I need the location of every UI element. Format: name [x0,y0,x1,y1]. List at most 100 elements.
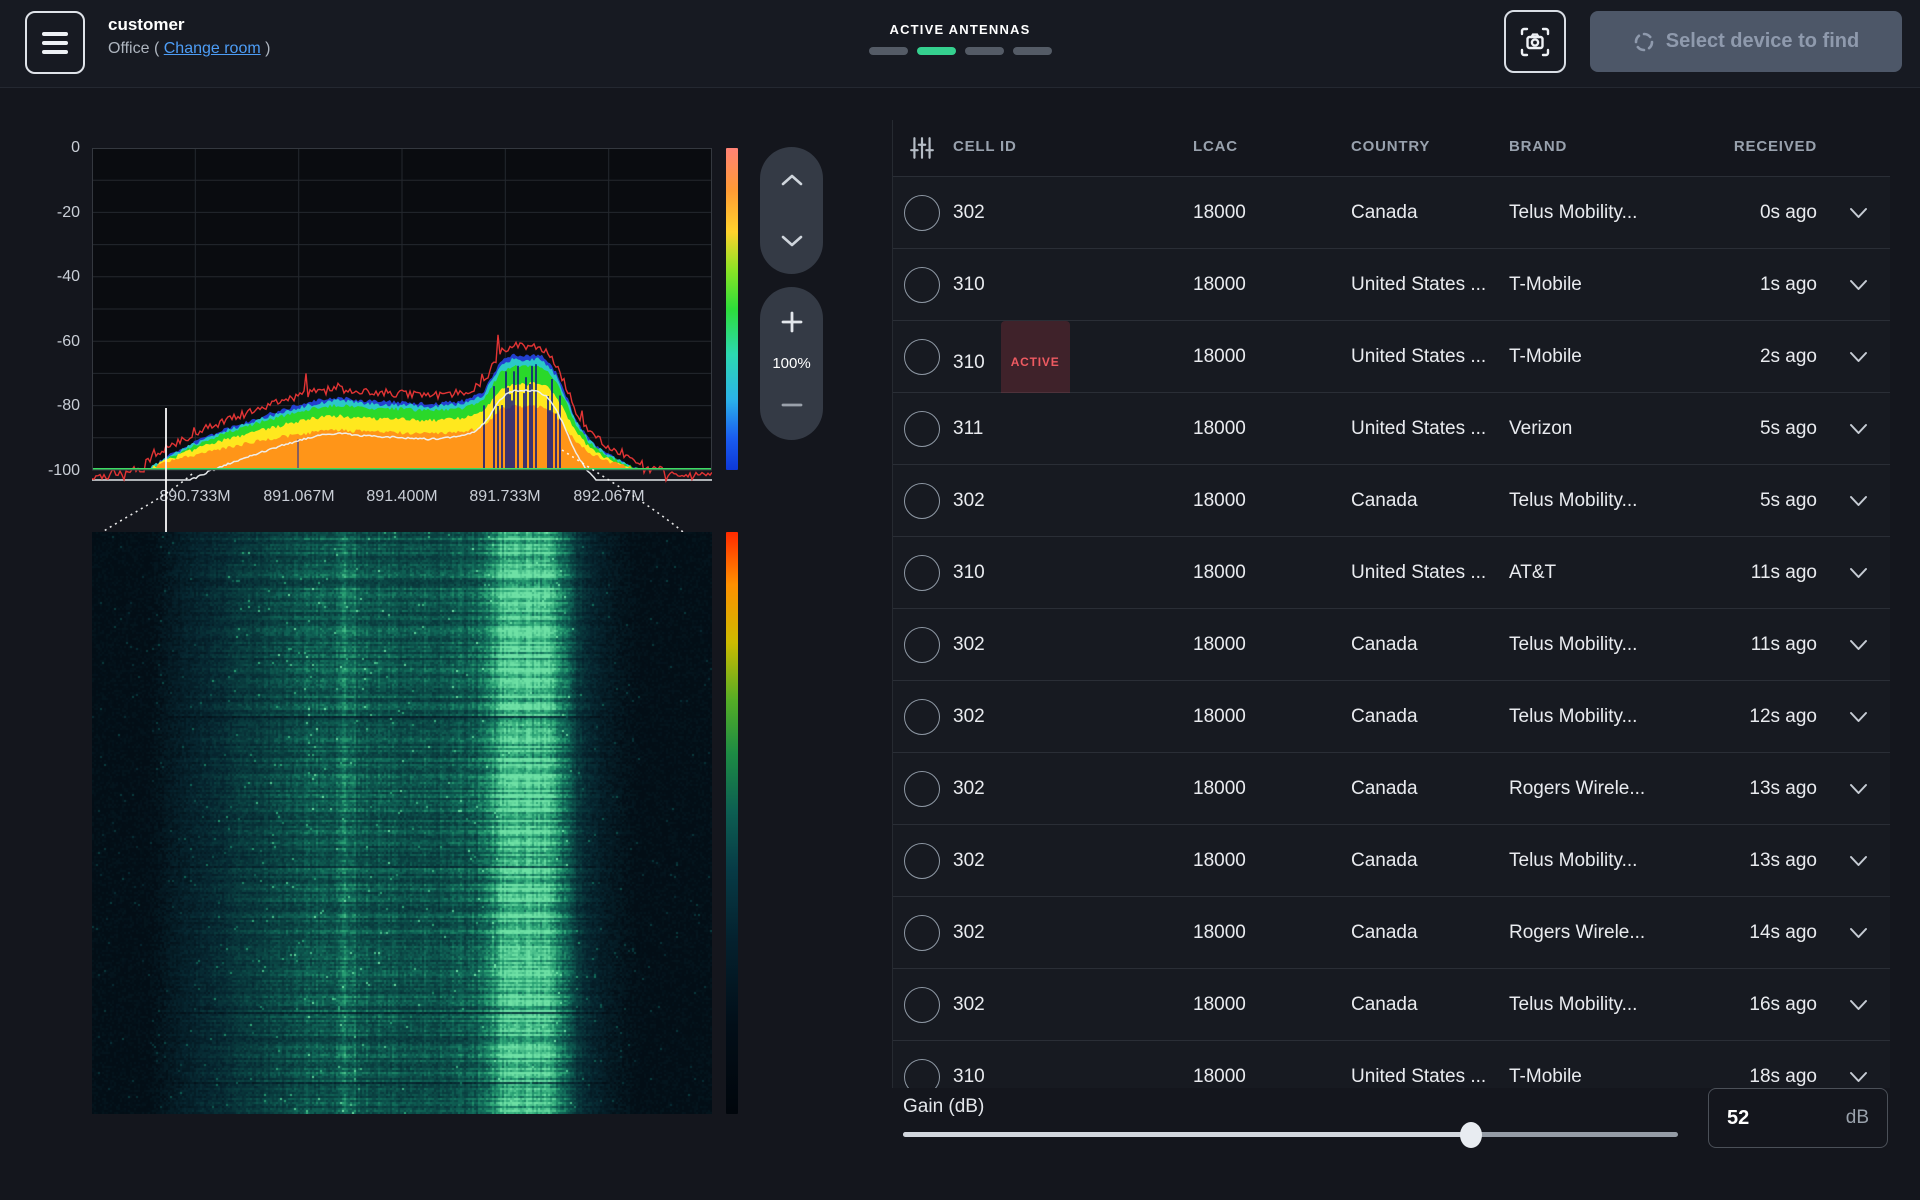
waterfall-plot[interactable] [92,532,712,1114]
received-value: 5s ago [1760,465,1817,537]
lcac-value: 18000 [1193,897,1246,969]
page-title: customer [108,15,270,35]
active-antennas-label: ACTIVE ANTENNAS [820,22,1100,37]
room-name: Office [108,40,150,57]
gain-value[interactable]: 52 [1727,1107,1749,1130]
received-value: 16s ago [1749,969,1817,1041]
brand-value: Telus Mobility... [1509,177,1637,249]
table-row[interactable]: 31018000United States ...T-Mobile1s ago [893,249,1890,321]
table-row[interactable]: 30218000CanadaTelus Mobility...5s ago [893,465,1890,537]
row-radio-button[interactable] [904,267,940,303]
row-expand-chevron-icon[interactable] [1849,927,1868,939]
menu-button[interactable] [25,11,85,74]
row-radio-button[interactable] [904,483,940,519]
lcac-value: 18000 [1193,321,1246,393]
row-expand-chevron-icon[interactable] [1849,783,1868,795]
row-expand-chevron-icon[interactable] [1849,855,1868,867]
col-header-cell-id[interactable]: CELL ID [953,138,1017,155]
brand-value: T-Mobile [1509,321,1582,393]
filter-sliders-icon[interactable] [909,135,935,161]
table-row[interactable]: 30218000CanadaTelus Mobility...16s ago [893,969,1890,1041]
col-header-lcac[interactable]: LCAC [1193,138,1238,155]
pan-up-button[interactable] [760,155,823,205]
antenna-bar-3-inactive [965,47,1004,55]
row-expand-chevron-icon[interactable] [1849,999,1868,1011]
change-room-link[interactable]: Change room [164,40,261,57]
zoom-controls: 100% [760,287,823,440]
brand-value: Telus Mobility... [1509,825,1637,897]
row-expand-chevron-icon[interactable] [1849,495,1868,507]
chevron-up-icon [780,173,804,187]
table-row[interactable]: 31018000United States ...AT&T11s ago [893,537,1890,609]
table-row[interactable]: 30218000CanadaRogers Wirele...14s ago [893,897,1890,969]
gain-slider[interactable] [903,1132,1678,1137]
scan-camera-button[interactable] [1504,10,1566,73]
row-radio-button[interactable] [904,195,940,231]
row-expand-chevron-icon[interactable] [1849,279,1868,291]
col-header-brand[interactable]: BRAND [1509,138,1567,155]
antenna-bar-4-inactive [1013,47,1052,55]
row-radio-button[interactable] [904,339,940,375]
brand-value: Rogers Wirele... [1509,753,1645,825]
pan-down-button[interactable] [760,216,823,266]
lcac-value: 18000 [1193,681,1246,753]
gain-panel: Gain (dB) 52 dB [892,1088,1920,1200]
row-radio-button[interactable] [904,555,940,591]
cell-id-value: 302 [953,177,985,249]
pan-controls [760,147,823,274]
brand-value: Telus Mobility... [1509,681,1637,753]
select-device-button[interactable]: Select device to find [1590,11,1902,72]
row-radio-button[interactable] [904,843,940,879]
title-block: customer Office ( Change room ) [108,15,270,58]
col-header-country[interactable]: COUNTRY [1351,138,1430,155]
y-tick-label: -40 [6,266,80,288]
row-expand-chevron-icon[interactable] [1849,567,1868,579]
spectrum-colorbar [726,148,738,470]
zoom-out-button[interactable] [760,380,823,430]
country-value: Canada [1351,609,1418,681]
zoom-in-button[interactable] [760,297,823,347]
row-radio-button[interactable] [904,699,940,735]
cell-id-value: 302 [953,897,985,969]
table-row[interactable]: 30218000CanadaTelus Mobility...13s ago [893,825,1890,897]
table-row[interactable]: 30218000CanadaTelus Mobility...11s ago [893,609,1890,681]
table-row[interactable]: 30218000CanadaTelus Mobility...12s ago [893,681,1890,753]
received-value: 2s ago [1760,321,1817,393]
received-value: 13s ago [1749,753,1817,825]
country-value: Canada [1351,465,1418,537]
brand-value: Telus Mobility... [1509,969,1637,1041]
table-row[interactable]: 30218000CanadaRogers Wirele...13s ago [893,753,1890,825]
received-value: 14s ago [1749,897,1817,969]
row-radio-button[interactable] [904,987,940,1023]
row-expand-chevron-icon[interactable] [1849,351,1868,363]
row-radio-button[interactable] [904,771,940,807]
col-header-received[interactable]: RECEIVED [1734,138,1817,155]
cell-id-value: 310ACTIVE [953,321,1070,393]
row-radio-button[interactable] [904,915,940,951]
brand-value: T-Mobile [1509,249,1582,321]
row-expand-chevron-icon[interactable] [1849,207,1868,219]
gain-slider-thumb[interactable] [1460,1122,1482,1148]
row-expand-chevron-icon[interactable] [1849,639,1868,651]
active-antennas: ACTIVE ANTENNAS [820,22,1100,55]
received-value: 13s ago [1749,825,1817,897]
table-row[interactable]: 310ACTIVE18000United States ...T-Mobile2… [893,321,1890,393]
row-expand-chevron-icon[interactable] [1849,711,1868,723]
cell-id-value: 302 [953,825,985,897]
brand-value: Telus Mobility... [1509,465,1637,537]
row-expand-chevron-icon[interactable] [1849,423,1868,435]
gain-value-box[interactable]: 52 dB [1708,1088,1888,1148]
lcac-value: 18000 [1193,465,1246,537]
row-expand-chevron-icon[interactable] [1849,1071,1868,1083]
table-row[interactable]: 31118000United States ...Verizon5s ago [893,393,1890,465]
spectrum-plot[interactable] [92,148,712,493]
cell-id-value: 311 [953,393,983,465]
y-tick-label: -100 [6,460,80,482]
row-radio-button[interactable] [904,627,940,663]
brand-value: AT&T [1509,537,1556,609]
gain-slider-fill [903,1132,1471,1137]
table-row[interactable]: 30218000CanadaTelus Mobility...0s ago [893,177,1890,249]
received-value: 0s ago [1760,177,1817,249]
country-value: United States ... [1351,249,1486,321]
row-radio-button[interactable] [904,411,940,447]
